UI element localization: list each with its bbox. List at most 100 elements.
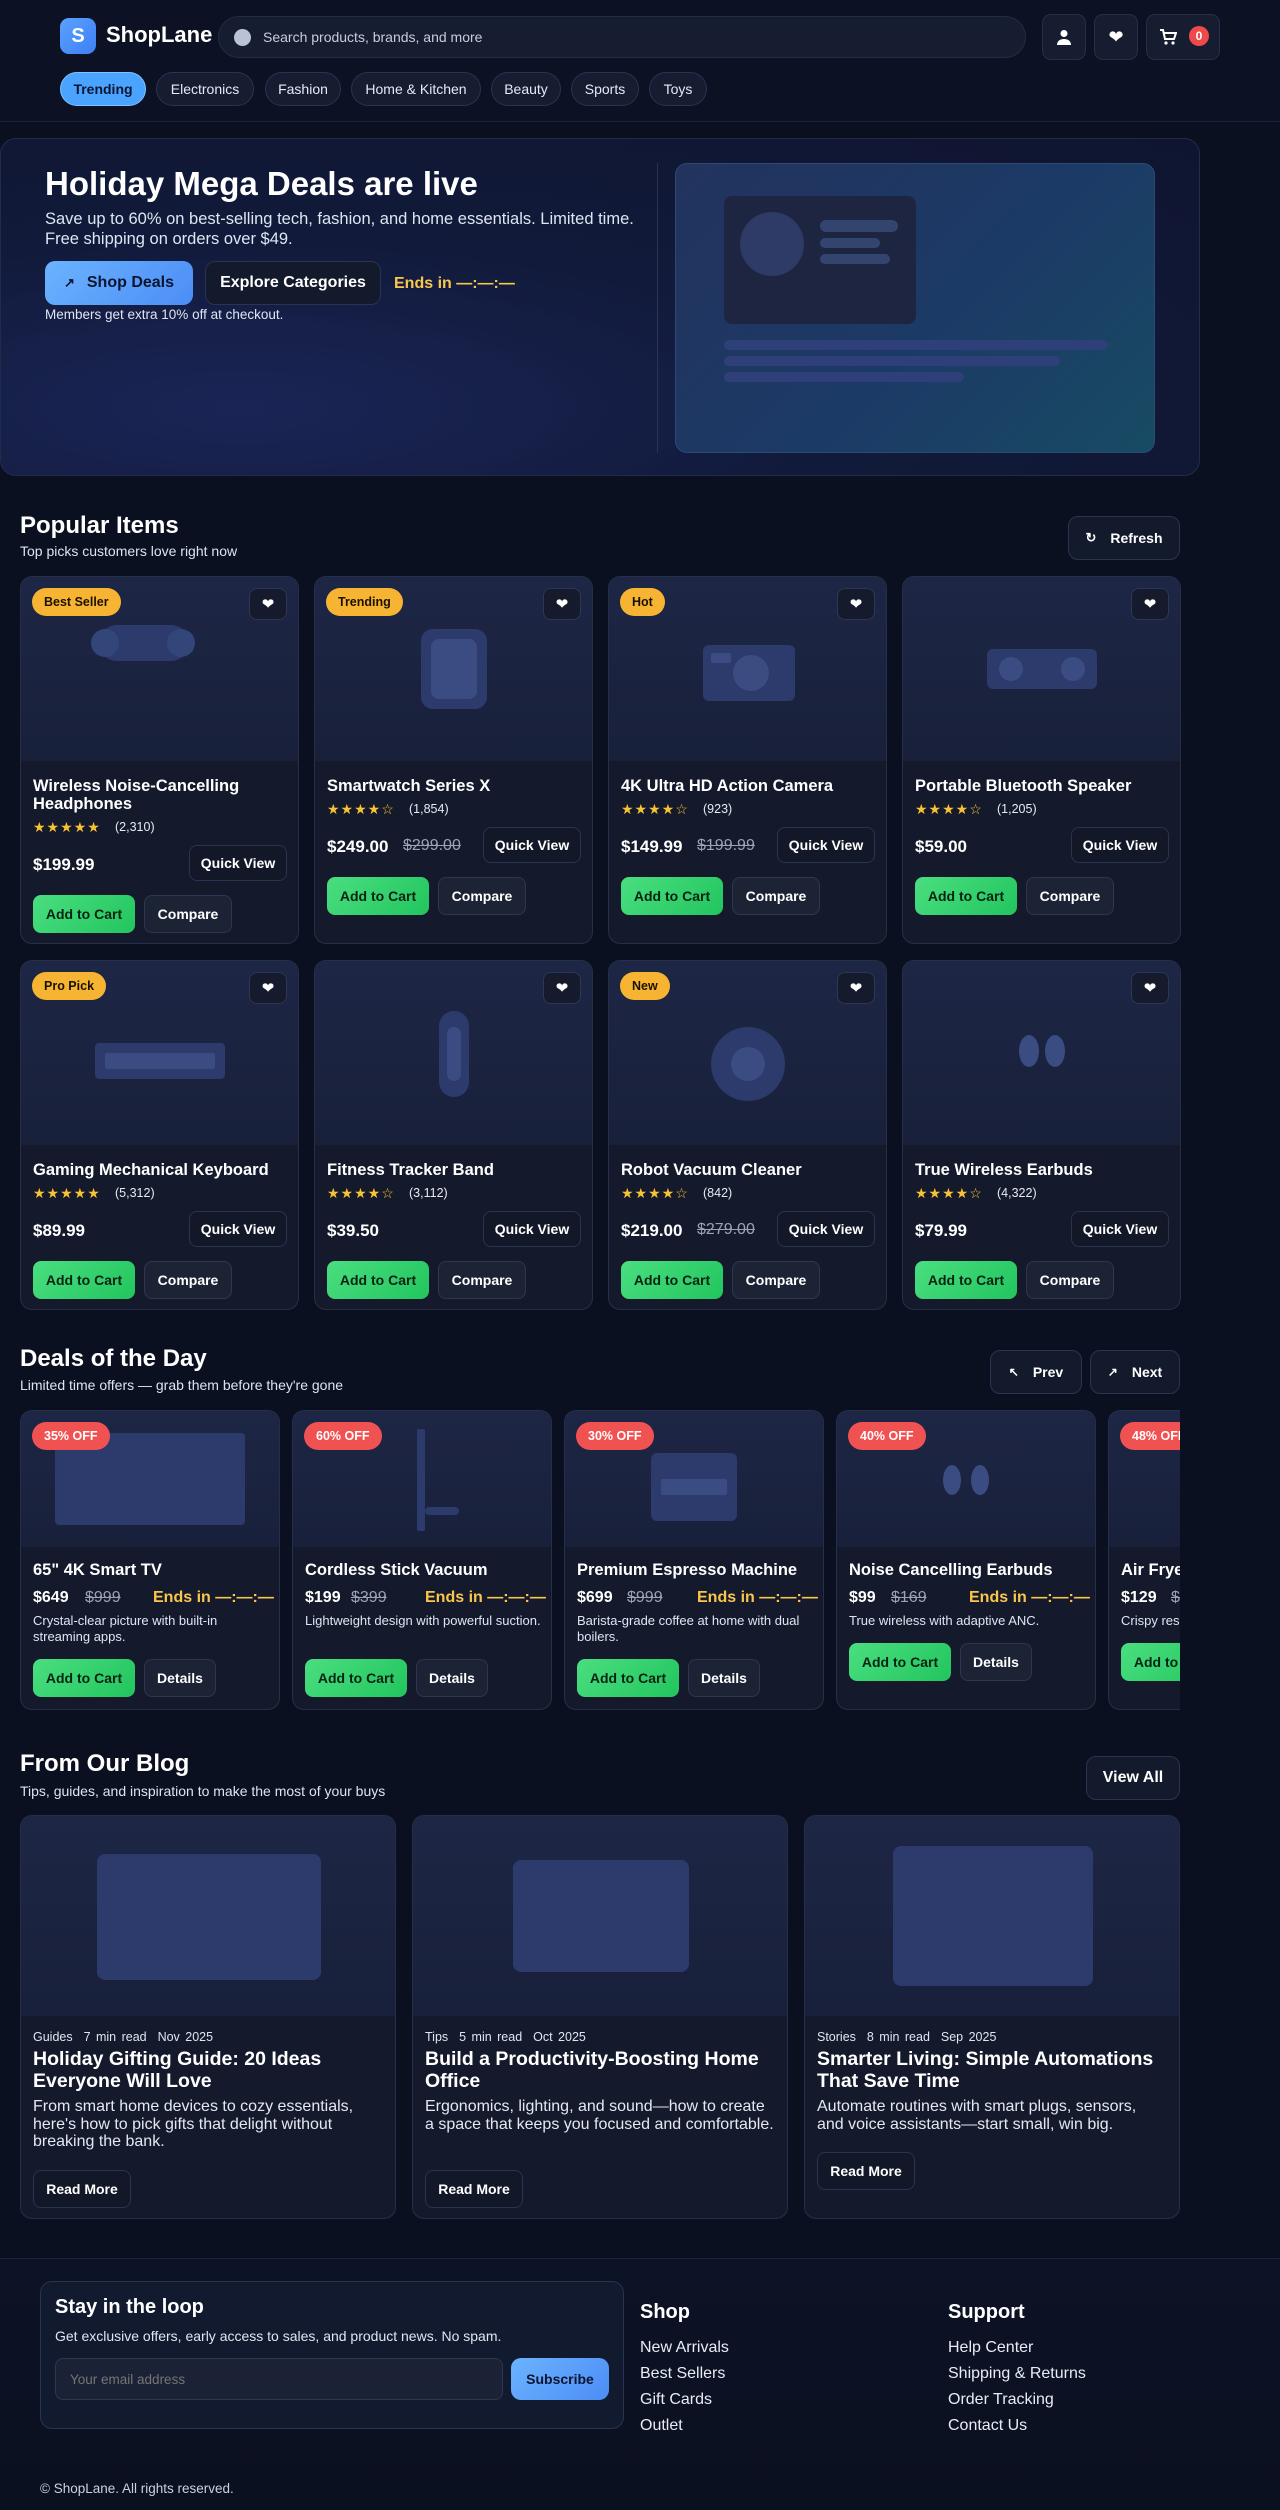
footer-link-new-arrivals[interactable]: New Arrivals — [640, 2339, 729, 2357]
add-to-cart-button[interactable]: Add to Cart — [915, 1261, 1017, 1299]
product-card[interactable]: Hot ❤ 4K Ultra HD Action Camera ★★★★☆ (9… — [608, 576, 887, 944]
product-card[interactable]: ❤ True Wireless Earbuds ★★★★☆ (4,322) $7… — [902, 960, 1181, 1310]
prev-button[interactable]: ↖ Prev — [990, 1350, 1082, 1394]
footer-link-best-sellers[interactable]: Best Sellers — [640, 2365, 725, 2383]
blog-card[interactable]: Stories 8 min read Sep 2025 Smarter Livi… — [804, 1815, 1180, 2219]
add-to-cart-button[interactable]: Add to Cart — [577, 1659, 679, 1697]
add-to-cart-button[interactable]: Add to Cart — [621, 877, 723, 915]
read-more-button[interactable]: Read More — [817, 2152, 915, 2190]
wishlist-heart-button[interactable]: ❤ — [1131, 588, 1169, 620]
product-name[interactable]: Fitness Tracker Band — [327, 1161, 577, 1179]
wishlist-heart-button[interactable]: ❤ — [1131, 972, 1169, 1004]
product-card[interactable]: New ❤ Robot Vacuum Cleaner ★★★★☆ (842) $… — [608, 960, 887, 1310]
product-name[interactable]: True Wireless Earbuds — [915, 1161, 1165, 1179]
blog-post-title[interactable]: Smarter Living: Simple Automations That … — [817, 2048, 1167, 2092]
footer-link-help-center[interactable]: Help Center — [948, 2339, 1033, 2357]
add-to-cart-button[interactable]: Add to Cart — [849, 1643, 951, 1681]
quick-view-button[interactable]: Quick View — [483, 827, 581, 863]
product-card[interactable]: Pro Pick ❤ Gaming Mechanical Keyboard ★★… — [20, 960, 299, 1310]
quick-view-button[interactable]: Quick View — [189, 1211, 287, 1247]
email-input[interactable] — [55, 2358, 503, 2400]
view-all-button[interactable]: View All — [1086, 1756, 1180, 1800]
compare-button[interactable]: Compare — [732, 877, 820, 915]
account-button[interactable] — [1042, 14, 1086, 60]
compare-button[interactable]: Compare — [732, 1261, 820, 1299]
add-to-cart-button[interactable]: Add to Cart — [305, 1659, 407, 1697]
deal-card[interactable]: 35% OFF 65" 4K Smart TV $649 $999 Ends i… — [20, 1410, 280, 1710]
category-trending[interactable]: Trending — [60, 72, 146, 106]
product-card[interactable]: ❤ Fitness Tracker Band ★★★★☆ (3,112) $39… — [314, 960, 593, 1310]
product-name[interactable]: 4K Ultra HD Action Camera — [621, 777, 871, 795]
read-more-button[interactable]: Read More — [33, 2170, 131, 2208]
add-to-cart-button[interactable]: Add to Cart — [33, 1261, 135, 1299]
quick-view-button[interactable]: Quick View — [777, 827, 875, 863]
product-card[interactable]: ❤ Portable Bluetooth Speaker ★★★★☆ (1,20… — [902, 576, 1181, 944]
add-to-cart-button[interactable]: Add to Cart — [33, 1659, 135, 1697]
category-home-kitchen[interactable]: Home & Kitchen — [351, 72, 481, 106]
category-fashion[interactable]: Fashion — [265, 72, 341, 106]
category-sports[interactable]: Sports — [571, 72, 639, 106]
quick-view-button[interactable]: Quick View — [483, 1211, 581, 1247]
compare-button[interactable]: Compare — [438, 1261, 526, 1299]
wishlist-heart-button[interactable]: ❤ — [837, 588, 875, 620]
category-beauty[interactable]: Beauty — [491, 72, 561, 106]
wishlist-heart-button[interactable]: ❤ — [543, 972, 581, 1004]
add-to-cart-button[interactable]: Add to Cart — [915, 877, 1017, 915]
add-to-cart-button[interactable]: Add to Cart — [327, 877, 429, 915]
blog-post-title[interactable]: Build a Productivity-Boosting Home Offic… — [425, 2048, 775, 2092]
brand-name[interactable]: ShopLane — [106, 22, 212, 48]
quick-view-button[interactable]: Quick View — [1071, 1211, 1169, 1247]
blog-post-title[interactable]: Holiday Gifting Guide: 20 Ideas Everyone… — [33, 2048, 383, 2092]
wishlist-heart-button[interactable]: ❤ — [837, 972, 875, 1004]
product-name[interactable]: Robot Vacuum Cleaner — [621, 1161, 871, 1179]
quick-view-button[interactable]: Quick View — [1071, 827, 1169, 863]
deal-name[interactable]: Premium Espresso Machine — [577, 1561, 797, 1580]
details-button[interactable]: Details — [416, 1659, 488, 1697]
logo-icon[interactable]: S — [60, 18, 96, 54]
compare-button[interactable]: Compare — [1026, 1261, 1114, 1299]
deal-name[interactable]: 65" 4K Smart TV — [33, 1561, 162, 1580]
deal-name[interactable]: Air Fryer — [1121, 1561, 1180, 1580]
details-button[interactable]: Details — [960, 1643, 1032, 1681]
deal-name[interactable]: Noise Cancelling Earbuds — [849, 1561, 1053, 1580]
compare-button[interactable]: Compare — [144, 1261, 232, 1299]
quick-view-button[interactable]: Quick View — [777, 1211, 875, 1247]
refresh-button[interactable]: ↻ Refresh — [1068, 516, 1180, 560]
product-card[interactable]: Trending ❤ Smartwatch Series X ★★★★☆ (1,… — [314, 576, 593, 944]
wishlist-button[interactable]: ❤ — [1094, 14, 1138, 60]
add-to-cart-button[interactable]: Add to Cart — [33, 895, 135, 933]
read-more-button[interactable]: Read More — [425, 2170, 523, 2208]
next-button[interactable]: ↗ Next — [1090, 1350, 1180, 1394]
product-name[interactable]: Gaming Mechanical Keyboard — [33, 1161, 283, 1179]
deal-card[interactable]: 40% OFF Noise Cancelling Earbuds $99 $16… — [836, 1410, 1096, 1710]
compare-button[interactable]: Compare — [144, 895, 232, 933]
product-name[interactable]: Wireless Noise-Cancelling Headphones — [33, 777, 283, 813]
add-to-cart-button[interactable]: Add to Cart — [1121, 1643, 1180, 1681]
add-to-cart-button[interactable]: Add to Cart — [327, 1261, 429, 1299]
deal-name[interactable]: Cordless Stick Vacuum — [305, 1561, 488, 1580]
deals-carousel[interactable]: 35% OFF 65" 4K Smart TV $649 $999 Ends i… — [20, 1410, 1180, 1710]
footer-link-shipping-returns[interactable]: Shipping & Returns — [948, 2365, 1086, 2383]
wishlist-heart-button[interactable]: ❤ — [543, 588, 581, 620]
details-button[interactable]: Details — [144, 1659, 216, 1697]
footer-link-gift-cards[interactable]: Gift Cards — [640, 2391, 712, 2409]
wishlist-heart-button[interactable]: ❤ — [249, 972, 287, 1004]
details-button[interactable]: Details — [688, 1659, 760, 1697]
deal-card[interactable]: 30% OFF Premium Espresso Machine $699 $9… — [564, 1410, 824, 1710]
blog-card[interactable]: Tips 5 min read Oct 2025 Build a Product… — [412, 1815, 788, 2219]
footer-link-outlet[interactable]: Outlet — [640, 2417, 683, 2435]
compare-button[interactable]: Compare — [1026, 877, 1114, 915]
product-card[interactable]: Best Seller ❤ Wireless Noise-Cancelling … — [20, 576, 299, 944]
compare-button[interactable]: Compare — [438, 877, 526, 915]
deal-card[interactable]: 60% OFF Cordless Stick Vacuum $199 $399 … — [292, 1410, 552, 1710]
search-input[interactable] — [263, 17, 1003, 57]
category-toys[interactable]: Toys — [649, 72, 707, 106]
add-to-cart-button[interactable]: Add to Cart — [621, 1261, 723, 1299]
product-name[interactable]: Portable Bluetooth Speaker — [915, 777, 1165, 795]
shop-deals-button[interactable]: ↗ Shop Deals — [45, 261, 193, 305]
deal-card[interactable]: 48% OFF Air Fryer $129 $ Crispy res Add … — [1108, 1410, 1180, 1710]
category-electronics[interactable]: Electronics — [156, 72, 254, 106]
subscribe-button[interactable]: Subscribe — [511, 2358, 609, 2400]
footer-link-contact-us[interactable]: Contact Us — [948, 2417, 1027, 2435]
blog-card[interactable]: Guides 7 min read Nov 2025 Holiday Gifti… — [20, 1815, 396, 2219]
